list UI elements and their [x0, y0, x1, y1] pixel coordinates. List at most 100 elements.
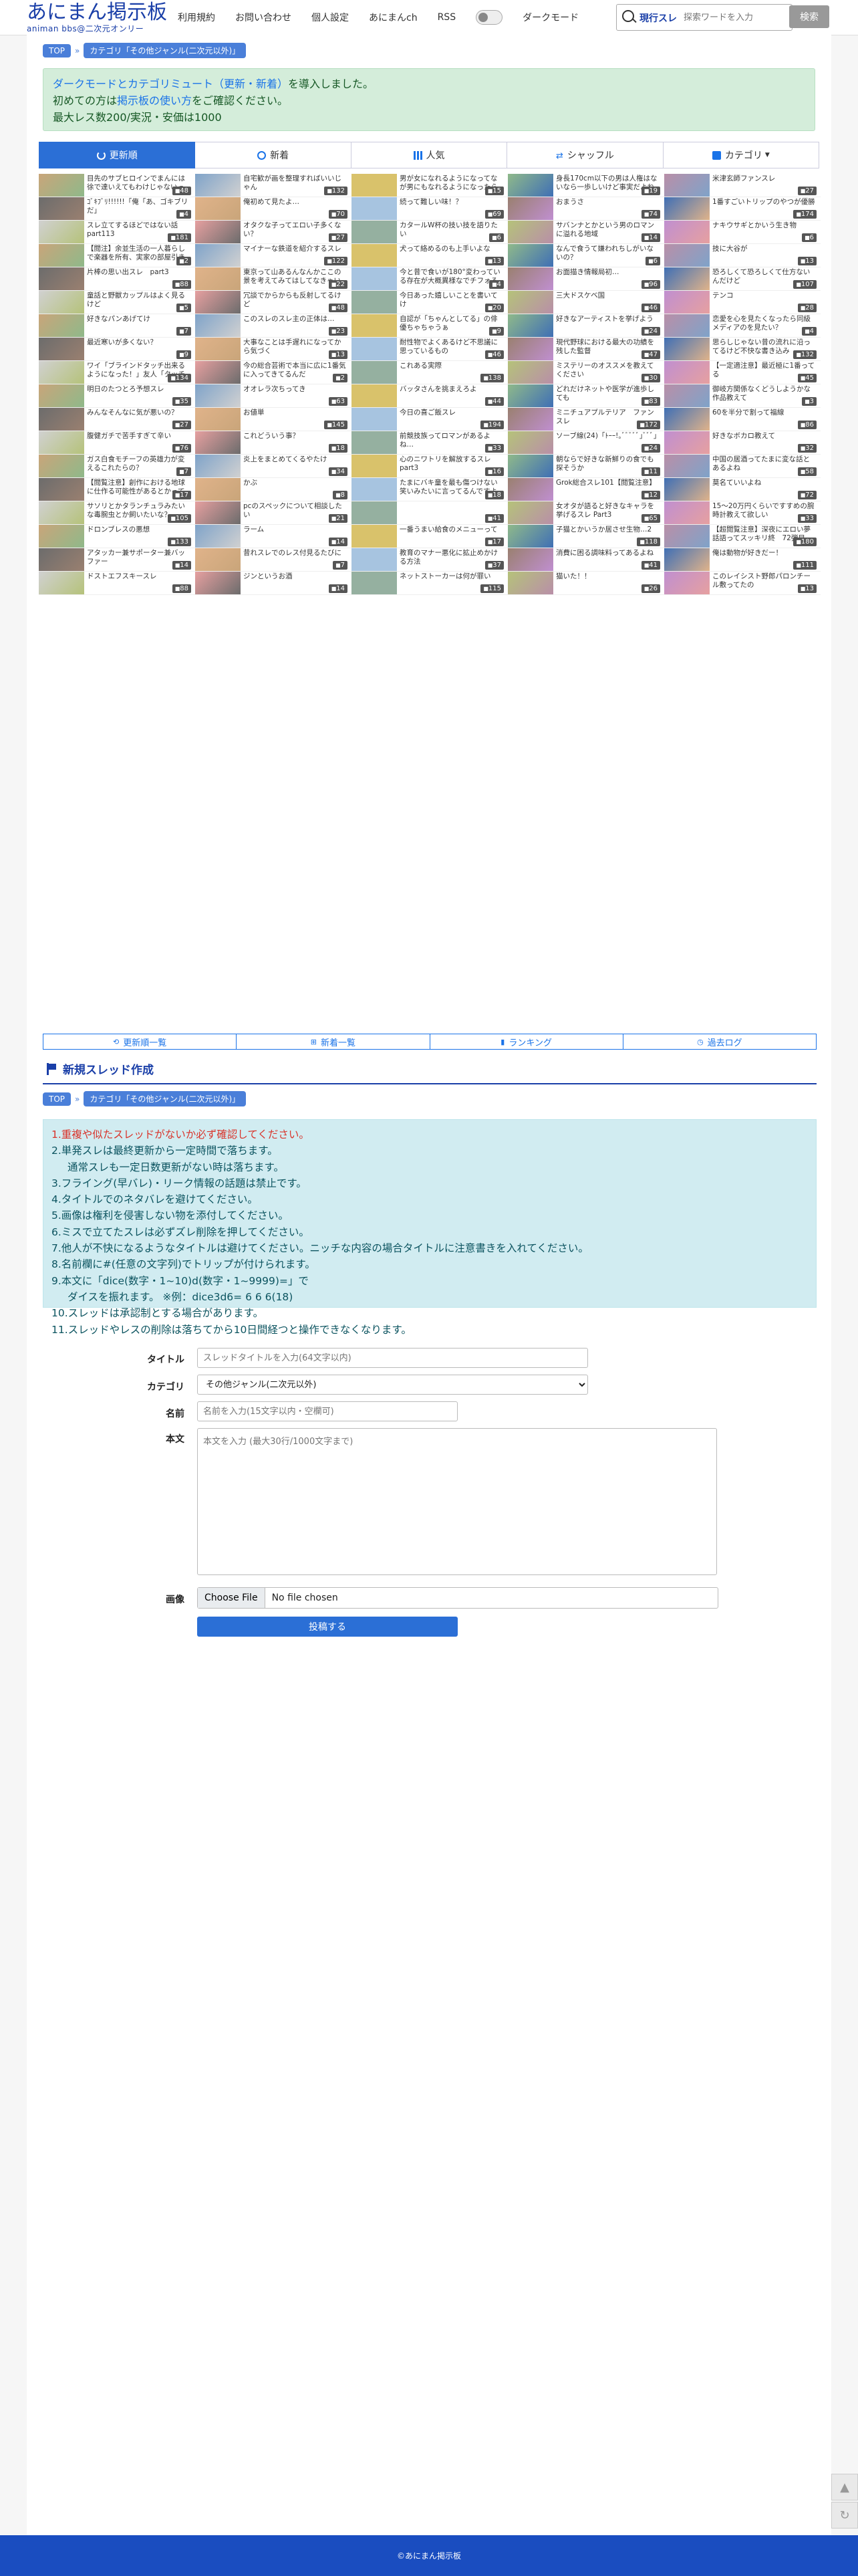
thread-item[interactable]: 【一定適注意】最近極に1番ってる45: [664, 361, 821, 384]
thread-thumbnail[interactable]: [351, 267, 397, 290]
search-input[interactable]: [682, 9, 785, 26]
thread-item[interactable]: ｺﾞｷﾌﾞﾘ!!!!!!「俺「あ、ゴキブリだ」4: [39, 197, 195, 221]
thread-item[interactable]: 俺初めて見たよ…70: [195, 197, 351, 221]
thread-item[interactable]: 朝ならで好きな新鮮りの食でも探そうか11: [508, 455, 664, 478]
thread-item[interactable]: 耐性物でよくあるけど不思議に思っているもの46: [351, 338, 508, 361]
logo-title[interactable]: あにまん掲示板: [27, 1, 167, 24]
thread-thumbnail[interactable]: [195, 408, 241, 431]
reload-button[interactable]: ↻: [831, 2502, 858, 2529]
thread-thumbnail[interactable]: [664, 174, 710, 197]
thread-thumbnail[interactable]: [195, 221, 241, 243]
thread-thumbnail[interactable]: [195, 572, 241, 594]
thread-item[interactable]: 童話と野獣カップルはよく見るけど5: [39, 291, 195, 314]
thread-item[interactable]: Grok総合スレ101【閲覧注意】12: [508, 478, 664, 501]
thread-item[interactable]: 41: [351, 501, 508, 525]
thread-thumbnail[interactable]: [664, 291, 710, 314]
thread-thumbnail[interactable]: [508, 431, 553, 454]
thread-item[interactable]: 心のニワトリを解放するスレpart316: [351, 455, 508, 478]
nav-rss-link[interactable]: RSS: [438, 12, 456, 23]
thread-thumbnail[interactable]: [508, 338, 553, 360]
thread-thumbnail[interactable]: [664, 244, 710, 267]
thread-item[interactable]: 莫名ていいよね72: [664, 478, 821, 501]
thread-thumbnail[interactable]: [508, 314, 553, 337]
thread-thumbnail[interactable]: [195, 197, 241, 220]
thread-title[interactable]: 【閲注】余並生活の一人暮らしで楽器を所有、実家の部屋引き渡しとしたいスレ: [87, 245, 190, 262]
thread-item[interactable]: 今日あった嬉しいことを書いてけ20: [351, 291, 508, 314]
thread-item[interactable]: 恋愛を心を見たくなったら同級メディアのを見たい？4: [664, 314, 821, 338]
thread-item[interactable]: pcのスペックについて相談したい21: [195, 501, 351, 525]
thread-thumbnail[interactable]: [664, 408, 710, 431]
tab-updated[interactable]: 更新順: [39, 142, 196, 168]
thread-thumbnail[interactable]: [195, 548, 241, 571]
thread-thumbnail[interactable]: [195, 291, 241, 314]
thread-thumbnail[interactable]: [39, 408, 84, 431]
thread-thumbnail[interactable]: [39, 455, 84, 477]
thread-thumbnail[interactable]: [39, 291, 84, 314]
thread-item[interactable]: 一番うまい給食のメニューって17: [351, 525, 508, 548]
thread-thumbnail[interactable]: [664, 314, 710, 337]
thread-thumbnail[interactable]: [508, 408, 553, 431]
thread-title[interactable]: ナキウサギとかいう生き物: [712, 221, 815, 239]
thread-item[interactable]: 【閲注】余並生活の一人暮らしで楽器を所有、実家の部屋引き渡しとしたいスレ2: [39, 244, 195, 267]
choose-file-button[interactable]: Choose File: [198, 1588, 265, 1608]
thread-thumbnail[interactable]: [351, 478, 397, 501]
thread-item[interactable]: 片棒の思い出スレ part388: [39, 267, 195, 291]
thread-title[interactable]: 最近寒いが多くない？: [87, 338, 190, 356]
thread-item[interactable]: このスレのスレ主の正体は…23: [195, 314, 351, 338]
thread-thumbnail[interactable]: [195, 361, 241, 384]
thread-thumbnail[interactable]: [39, 267, 84, 290]
nav-settings-link[interactable]: 個人設定: [311, 11, 349, 24]
thread-item[interactable]: 御岐方関係なくどうしようかな作品教えて3: [664, 384, 821, 408]
thread-thumbnail[interactable]: [195, 174, 241, 197]
thread-thumbnail[interactable]: [664, 197, 710, 220]
thread-thumbnail[interactable]: [195, 314, 241, 337]
nav-animanch-link[interactable]: あにまんch: [369, 11, 418, 24]
thread-thumbnail[interactable]: [508, 548, 553, 571]
thread-thumbnail[interactable]: [195, 455, 241, 477]
thread-thumbnail[interactable]: [39, 361, 84, 384]
scroll-top-button[interactable]: ▲: [831, 2474, 858, 2500]
thread-item[interactable]: おまうさ74: [508, 197, 664, 221]
thread-thumbnail[interactable]: [39, 548, 84, 571]
thread-thumbnail[interactable]: [39, 338, 84, 360]
thread-thumbnail[interactable]: [351, 525, 397, 548]
thread-item[interactable]: 腹健ガチで苦手すぎて辛い76: [39, 431, 195, 455]
thread-item[interactable]: 男が女になれるようになってなが男にもなれるようになったら15: [351, 174, 508, 197]
thread-item[interactable]: 教育のマナー悪化に拡止めかける方法37: [351, 548, 508, 572]
thread-thumbnail[interactable]: [351, 197, 397, 220]
thread-thumbnail[interactable]: [39, 478, 84, 501]
thread-thumbnail[interactable]: [39, 174, 84, 197]
thread-item[interactable]: 自宅歓が画を整理すればいいじゃん132: [195, 174, 351, 197]
thread-thumbnail[interactable]: [508, 384, 553, 407]
thread-thumbnail[interactable]: [508, 361, 553, 384]
thread-thumbnail[interactable]: [39, 197, 84, 220]
thread-item[interactable]: 好きなアーティストを挙げよう24: [508, 314, 664, 338]
thread-thumbnail[interactable]: [195, 244, 241, 267]
thread-title[interactable]: 自認が「ちゃんとしてる」の俳優ちゃちゃうぁ: [400, 315, 503, 332]
thread-item[interactable]: 1番すごいトリップのやつが優勝174: [664, 197, 821, 221]
link-updated-list[interactable]: ⟲ 更新順一覧: [43, 1034, 237, 1050]
thread-thumbnail[interactable]: [508, 267, 553, 290]
thread-item[interactable]: 思らしじゃない昔の流れに沿ってるけど不快な書き込み132: [664, 338, 821, 361]
tab-category[interactable]: カテゴリ ▼: [663, 142, 820, 168]
thread-thumbnail[interactable]: [351, 361, 397, 384]
tab-shuffle[interactable]: ⇄ シャッフル: [507, 142, 664, 168]
thread-item[interactable]: 大事なことは手遅れになってから気づく13: [195, 338, 351, 361]
thread-thumbnail[interactable]: [351, 548, 397, 571]
search-button[interactable]: 検索: [789, 5, 829, 28]
thread-title[interactable]: 今の総合芸術で本当に広に1番気に入ってきてるんだ: [243, 362, 346, 379]
thread-thumbnail[interactable]: [351, 431, 397, 454]
thread-thumbnail[interactable]: [195, 501, 241, 524]
thread-item[interactable]: お値単145: [195, 408, 351, 431]
thread-item[interactable]: 今と昔で食いが180°変わっている存在が大概異様なでチフォろあるよね4: [351, 267, 508, 291]
thread-item[interactable]: 好きなパンあげてけ7: [39, 314, 195, 338]
thread-item[interactable]: たまにバキ童を最も傷つけない笑いみたいに言ってるんですよ18: [351, 478, 508, 501]
thread-thumbnail[interactable]: [39, 572, 84, 594]
tab-popular[interactable]: 人気: [351, 142, 508, 168]
thread-item[interactable]: アタッカー兼サポーター兼バッファー14: [39, 548, 195, 572]
thread-item[interactable]: ドロンブレスの悪想133: [39, 525, 195, 548]
thread-item[interactable]: かぶ8: [195, 478, 351, 501]
thread-item[interactable]: 15～20万円くらいですすめの腕時計教えて欲しい33: [664, 501, 821, 525]
thread-item[interactable]: なんで食うて嫌われちしがいないの？6: [508, 244, 664, 267]
thread-item[interactable]: 現代野球における最大の功績を残した監督47: [508, 338, 664, 361]
